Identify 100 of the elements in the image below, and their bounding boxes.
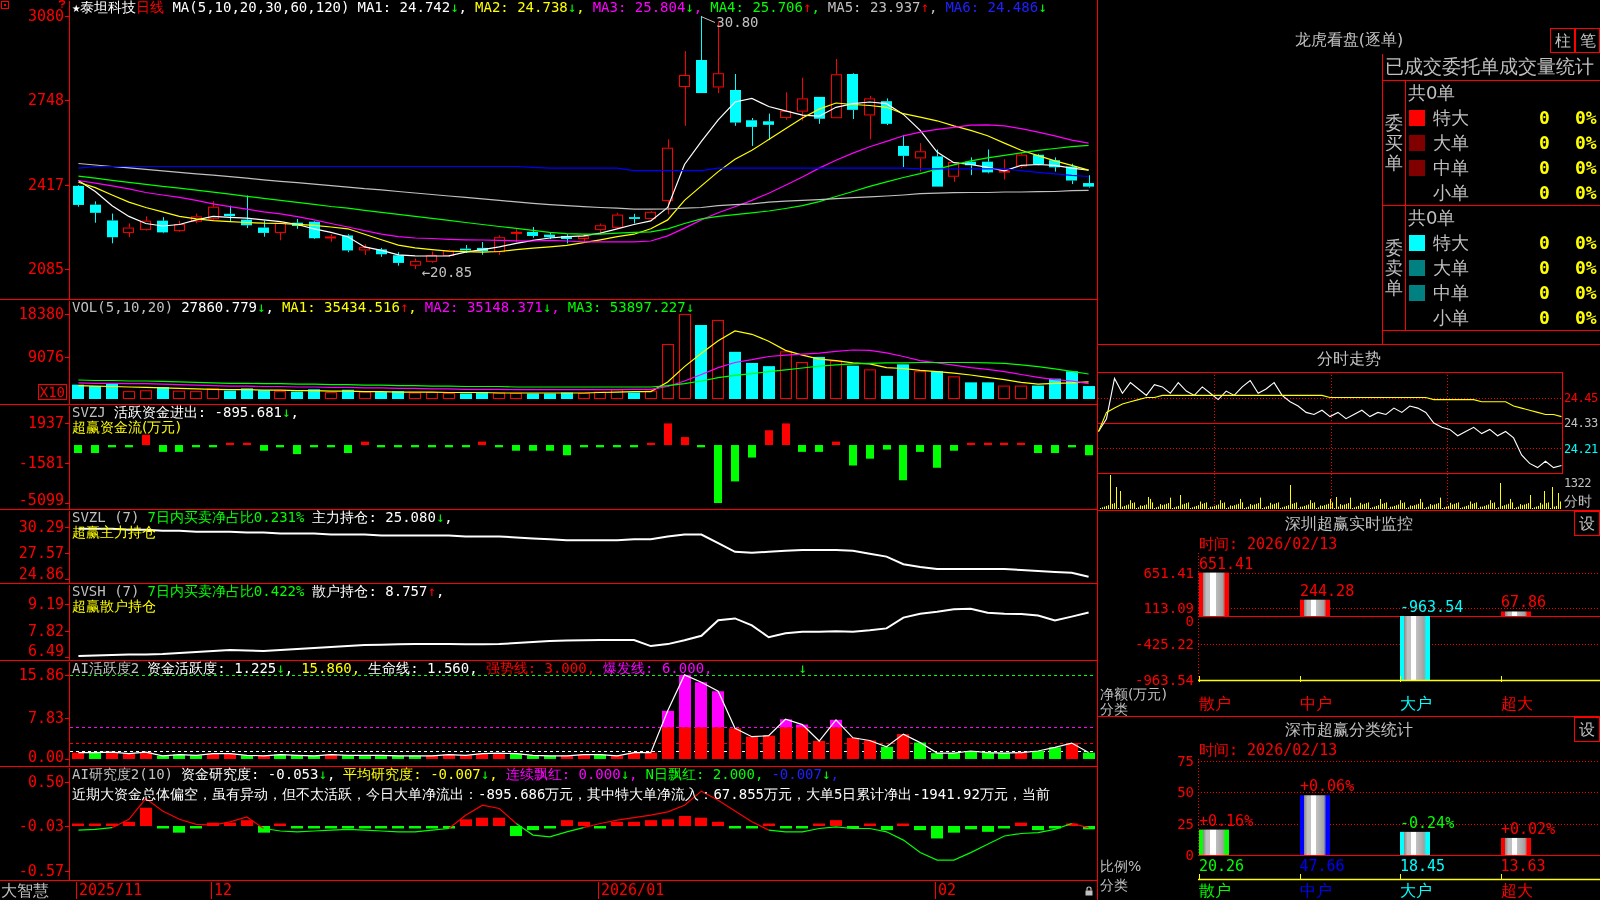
activity-bar [796, 724, 808, 759]
activity-bar [325, 754, 337, 759]
research-bar [359, 826, 371, 829]
volume-bar [561, 392, 573, 399]
research-bar [460, 819, 472, 826]
volume-bar [426, 392, 438, 399]
activity-bar [241, 755, 253, 759]
time-label: 时间: 2026/02/13 [1199, 536, 1338, 553]
axis-tick-label: 1937 [27, 415, 64, 431]
axis-tick-label: -1581 [18, 455, 64, 471]
activity-bar [578, 754, 590, 759]
candlestick [376, 247, 387, 258]
indicator-reading: 7日内买卖净占比0.231% [147, 510, 305, 525]
candlestick [831, 58, 842, 119]
fund-flow-bar [361, 441, 369, 446]
question-icon[interactable] [58, 0, 66, 8]
fund-flow-bar [512, 445, 520, 451]
research-bar [274, 823, 286, 826]
volume-bar [173, 390, 185, 399]
candlestick [1016, 152, 1027, 169]
research-bar [123, 821, 135, 826]
research-bar [1032, 826, 1044, 831]
activity-bar [965, 751, 977, 759]
activity-bar [493, 753, 505, 759]
settings-button[interactable]: 设 [1574, 717, 1600, 742]
square-icon[interactable] [1, 1, 9, 9]
candlestick [746, 117, 757, 147]
activity-bar [982, 752, 994, 759]
candlestick [527, 226, 538, 239]
candlestick [359, 243, 370, 256]
activity-bar [746, 736, 758, 759]
candlestick [915, 142, 926, 173]
volume-bar [241, 388, 253, 399]
activity-bar [847, 737, 859, 759]
ratio-bar [1199, 829, 1229, 855]
axis-tick-label: 7.83 [27, 709, 64, 726]
fund-flow-bar [159, 445, 167, 452]
candlestick [90, 200, 101, 224]
candlestick [595, 223, 606, 235]
fund-flow-bar [192, 445, 200, 448]
research-bar [89, 823, 101, 826]
fund-flow-bar [630, 445, 638, 448]
axis-tick-label: 0.00 [27, 749, 64, 765]
research-bar [258, 826, 270, 833]
research-bar [1049, 826, 1061, 829]
lock-icon[interactable] [1085, 885, 1093, 896]
volume-bar [476, 392, 488, 399]
fund-flow-bar [883, 445, 891, 450]
indicator-reading: MA2: 24.738↓, [475, 0, 585, 15]
data-label: -963.54 [1400, 600, 1464, 615]
order-size-label: 大单 [1433, 257, 1470, 278]
research-bar [998, 826, 1010, 829]
indicator-reading: MA3: 53897.227↓ [567, 300, 695, 315]
bar [780, 727, 792, 759]
settings-button[interactable]: 设 [1574, 511, 1600, 536]
indicator-reading: AI研究度2(10) [72, 767, 173, 782]
indicator-reading: MA1: 35434.516↑, [281, 300, 417, 315]
order-total: 共0单 [1408, 83, 1456, 103]
research-bar [173, 826, 185, 833]
candlestick [426, 250, 437, 264]
activity-bar [645, 752, 657, 759]
activity-bar [342, 755, 354, 759]
fund-flow-bar [91, 445, 99, 453]
order-percent: 0% [1575, 132, 1598, 153]
data-label: 47.66 [1299, 858, 1345, 874]
axis-tick-label: -0.57 [18, 862, 64, 879]
research-bar [662, 819, 674, 826]
min-price-label: ←20.85 [421, 265, 473, 280]
research-bar [695, 817, 707, 826]
fund-flow-bar [714, 445, 722, 503]
bar [679, 727, 691, 759]
indicator-reading: MA2: 35148.371↓, [424, 300, 560, 315]
panel-title: 龙虎看盘(逐单) [1294, 31, 1404, 49]
chart-mode-button[interactable]: 柱 [1550, 28, 1575, 53]
fund-flow-bar [1068, 445, 1076, 448]
research-bar [493, 817, 505, 826]
research-bar [931, 826, 943, 839]
research-bar [813, 823, 825, 826]
research-bar [611, 821, 623, 826]
activity-bar [157, 755, 169, 759]
chart-mode-button[interactable]: 笔 [1575, 28, 1600, 53]
volume-bar [1049, 378, 1061, 399]
volume-bar [359, 391, 371, 399]
volume-bar [527, 393, 539, 399]
indicator-reading: MA3: 25.804↓, [592, 0, 703, 15]
fund-flow-bar [377, 445, 385, 448]
indicator-reading: MA6: 24.486↓ [945, 0, 1047, 15]
fund-flow-bar [394, 445, 402, 448]
signal-marker: ↓ [798, 661, 807, 676]
axis-tick-label: 27.57 [18, 545, 64, 561]
fund-flow-bar [647, 442, 655, 446]
fund-flow-bar [495, 445, 503, 448]
research-bar [527, 826, 539, 831]
research-bar [948, 826, 960, 833]
fund-flow-bar [664, 423, 672, 446]
brand-label: 大智慧 [1, 881, 49, 900]
candlestick [730, 73, 741, 127]
fund-flow-bar [546, 445, 554, 451]
time-label: 时间: 2026/02/13 [1199, 742, 1338, 759]
activity-bar [359, 755, 371, 759]
